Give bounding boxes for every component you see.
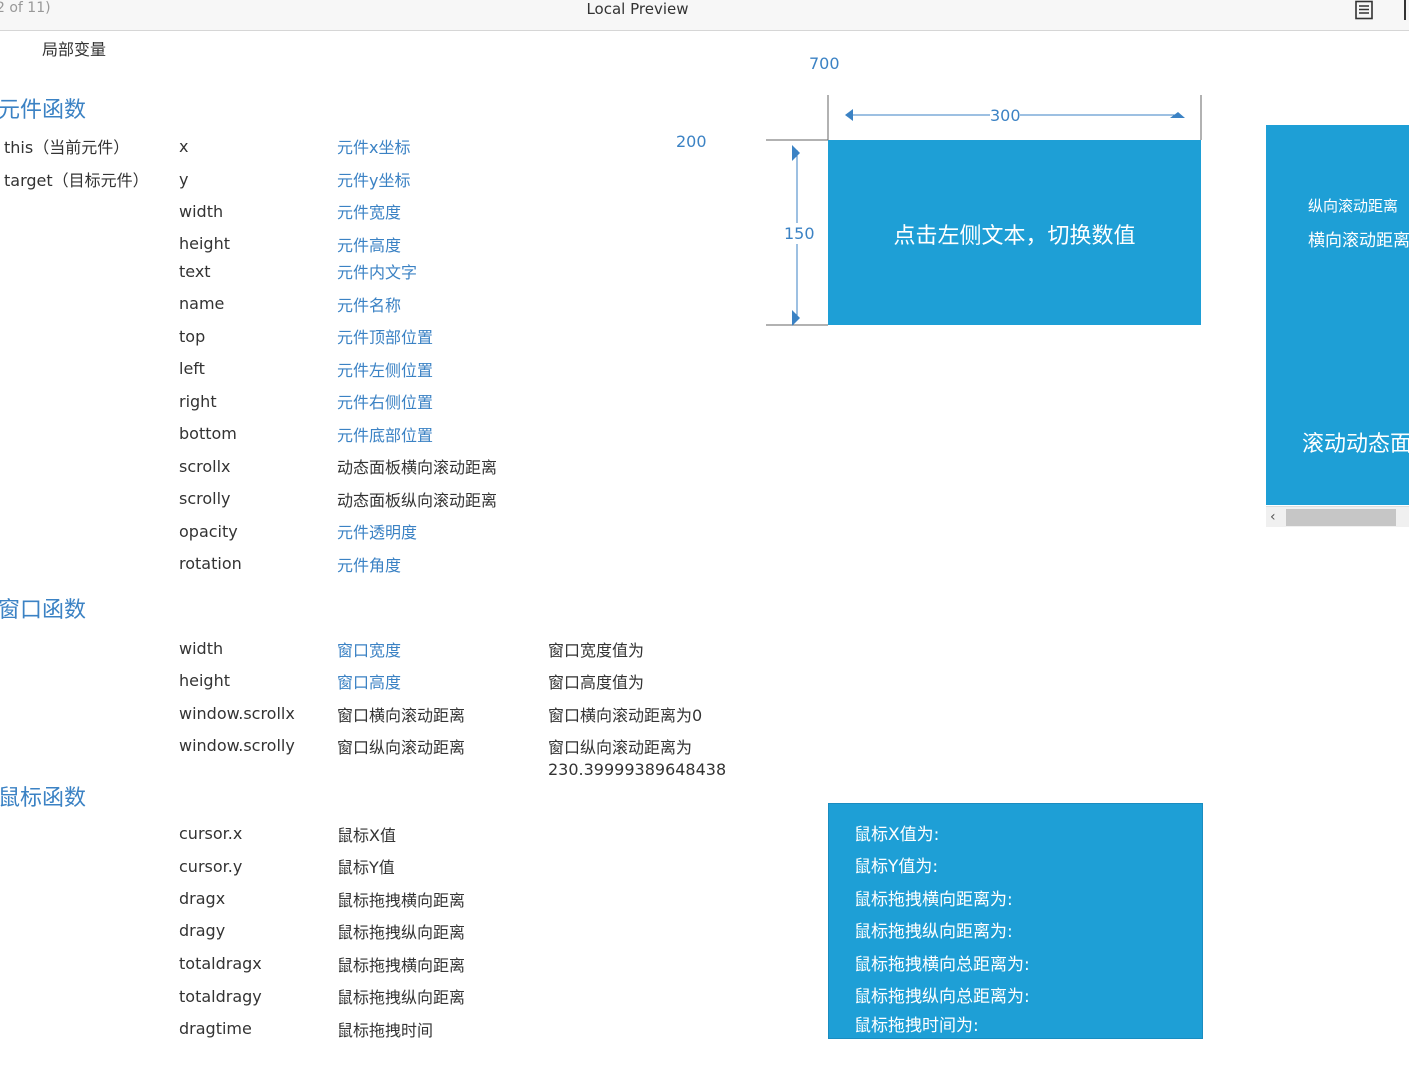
target-this[interactable]: this（当前元件） [4,138,129,158]
fn-desc[interactable]: 元件x坐标 [337,138,410,158]
fn-desc[interactable]: 元件内文字 [337,263,417,283]
fn-desc[interactable]: 鼠标拖拽纵向距离 [337,988,465,1008]
section-heading-widget: 元件函数 [0,98,87,123]
fn-name[interactable]: name [179,294,224,314]
ruler-label-150: 150 [784,224,815,243]
fn-desc[interactable]: 元件宽度 [337,203,401,223]
readout-line: 鼠标拖拽纵向总距离为: [854,987,1030,1007]
fn-desc[interactable]: 元件底部位置 [337,426,433,446]
window-title: Local Preview [586,0,689,18]
fn-name[interactable]: bottom [179,424,237,444]
scrollbar-thumb[interactable] [1286,509,1396,526]
fn-desc[interactable]: 鼠标拖拽横向距离 [337,891,465,911]
fn-value: 窗口高度值为 [548,673,645,692]
fn-name[interactable]: dragtime [179,1019,252,1039]
fn-desc[interactable]: 鼠标X值 [337,826,396,846]
scroll-dynamic-panel[interactable]: 纵向滚动距离 横向滚动距离 滚动动态面板 [1266,125,1409,505]
fn-name[interactable]: dragx [179,889,225,909]
fn-name[interactable]: scrolly [179,489,231,509]
document-list-icon[interactable] [1354,0,1374,20]
fn-name[interactable]: rotation [179,554,242,574]
readout-line: 鼠标Y值为: [854,857,939,877]
fn-name[interactable]: cursor.y [179,857,242,877]
fn-value: 窗口宽度值为 [548,641,645,660]
readout-line: 鼠标拖拽横向距离为: [854,890,1013,910]
fn-name[interactable]: window.scrollx [179,704,295,724]
fn-name[interactable]: x [179,137,188,157]
fn-name[interactable]: scrollx [179,457,231,477]
fn-value: 窗口横向滚动距离为0 [548,706,703,725]
fn-name[interactable]: right [179,392,217,412]
fn-name[interactable]: window.scrolly [179,736,295,756]
scroll-panel-label: 滚动动态面板 [1302,432,1409,457]
fn-desc[interactable]: 动态面板纵向滚动距离 [337,491,497,511]
fn-desc[interactable]: 元件名称 [337,296,401,316]
horizontal-scroll-label: 横向滚动距离 [1308,231,1409,251]
fn-name[interactable]: opacity [179,522,238,542]
ruler-label-300: 300 [990,106,1021,125]
switch-value-box[interactable]: 点击左侧文本，切换数值 [828,140,1201,325]
fn-name[interactable]: top [179,327,205,347]
vertical-scroll-label: 纵向滚动距离 [1308,197,1399,215]
fn-desc[interactable]: 元件y坐标 [337,171,410,191]
fn-desc[interactable]: 鼠标拖拽纵向距离 [337,923,465,943]
scroll-left-icon[interactable]: ‹ [1270,507,1276,527]
fn-value-number: 230.39999389648438 [548,760,727,779]
fn-desc[interactable]: 元件右侧位置 [337,393,433,413]
readout-line: 鼠标拖拽横向总距离为: [854,955,1030,975]
horizontal-scrollbar[interactable]: ‹ [1266,506,1409,527]
fn-name[interactable]: width [179,639,223,659]
readout-line: 鼠标拖拽纵向距离为: [854,922,1013,942]
fn-desc[interactable]: 窗口高度 [337,673,401,693]
fn-desc[interactable]: 鼠标Y值 [337,858,395,878]
section-heading-mouse: 鼠标函数 [0,786,87,811]
mouse-readout-panel: 鼠标X值为: 鼠标Y值为: 鼠标拖拽横向距离为: 鼠标拖拽纵向距离为: 鼠标拖拽… [828,803,1203,1039]
fn-name[interactable]: width [179,202,223,222]
readout-line: 鼠标拖拽时间为: [854,1016,979,1036]
fn-name[interactable]: height [179,671,230,691]
title-bar: 2 of 11) Local Preview [0,0,1409,31]
fn-desc[interactable]: 鼠标拖拽时间 [337,1021,433,1041]
window-edge [1404,0,1409,20]
fn-name[interactable]: totaldragx [179,954,262,974]
fn-desc[interactable]: 窗口横向滚动距离 [337,706,465,726]
fn-value: 窗口纵向滚动距离为 [548,738,693,757]
fn-name[interactable]: totaldragy [179,987,262,1007]
fn-name[interactable]: y [179,170,188,190]
switch-value-text: 点击左侧文本，切换数值 [893,224,1136,249]
fn-desc[interactable]: 动态面板横向滚动距离 [337,458,497,478]
readout-line: 鼠标X值为: [854,825,940,845]
ruler-label-200: 200 [676,132,707,151]
fn-name[interactable]: text [179,262,211,282]
fn-desc[interactable]: 鼠标拖拽横向距离 [337,956,465,976]
fn-desc[interactable]: 元件高度 [337,236,401,256]
fn-desc[interactable]: 窗口宽度 [337,641,401,661]
section-heading-window: 窗口函数 [0,598,87,623]
target-target[interactable]: target（目标元件） [4,171,149,191]
fn-desc[interactable]: 元件角度 [337,556,401,576]
fn-name[interactable]: dragy [179,921,225,941]
fn-desc[interactable]: 元件顶部位置 [337,328,433,348]
fn-name[interactable]: left [179,359,205,379]
fn-desc[interactable]: 元件左侧位置 [337,361,433,381]
local-vars-label: 局部变量 [42,40,107,59]
fn-name[interactable]: cursor.x [179,824,242,844]
fn-name[interactable]: height [179,234,230,254]
fn-desc[interactable]: 窗口纵向滚动距离 [337,738,465,758]
ruler-label-700: 700 [809,54,840,73]
fn-desc[interactable]: 元件透明度 [337,523,417,543]
